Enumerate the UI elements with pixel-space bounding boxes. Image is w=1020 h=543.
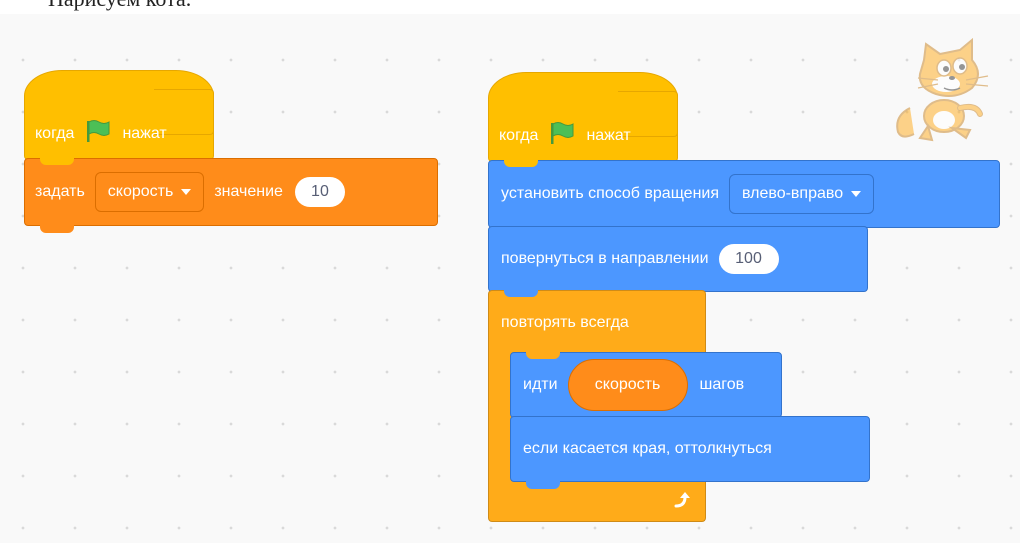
rotation-label: установить способ вращения bbox=[501, 185, 720, 202]
header-text: Нарисуем кота. bbox=[48, 0, 191, 12]
forever-side-arm bbox=[488, 353, 511, 483]
notch bbox=[40, 225, 74, 233]
hat-when-label: когда bbox=[499, 127, 539, 144]
forever-label: повторять всегда bbox=[501, 313, 629, 331]
move-steps-block[interactable]: идти скорость шагов bbox=[510, 352, 782, 425]
notch bbox=[504, 160, 538, 167]
script-1[interactable]: когда нажат задать скорость значение 10 bbox=[24, 70, 438, 233]
notch bbox=[526, 352, 560, 359]
forever-bottom-arm bbox=[488, 480, 706, 522]
forever-top-arm: повторять всегда bbox=[488, 290, 706, 354]
to-label: значение bbox=[214, 183, 283, 200]
bounce-on-edge-block[interactable]: если касается края, оттолкнуться bbox=[510, 416, 870, 489]
steps-label: шагов bbox=[699, 376, 745, 393]
hat-clicked-label: нажат bbox=[122, 125, 167, 142]
when-flag-clicked-block-2[interactable]: когда нажат bbox=[488, 72, 678, 162]
green-flag-icon bbox=[87, 120, 110, 142]
speed-variable-reporter[interactable]: скорость bbox=[567, 359, 688, 411]
when-flag-clicked-block-1[interactable]: когда нажат bbox=[24, 70, 214, 160]
chevron-down-icon bbox=[181, 189, 192, 195]
point-label: повернуться в направлении bbox=[501, 250, 709, 267]
rotation-style-dropdown[interactable]: влево-вправо bbox=[729, 174, 875, 214]
set-rotation-style-block[interactable]: установить способ вращения влево-вправо bbox=[488, 160, 1000, 235]
set-label: задать bbox=[35, 183, 85, 200]
hat-when-label: когда bbox=[35, 125, 75, 142]
rotation-style-value: влево-вправо bbox=[742, 185, 844, 202]
notch bbox=[526, 481, 560, 489]
loop-arrow-icon bbox=[674, 492, 690, 508]
bounce-label: если касается края, оттолкнуться bbox=[523, 440, 772, 457]
direction-input[interactable]: 100 bbox=[718, 244, 779, 274]
variable-dropdown[interactable]: скорость bbox=[94, 172, 205, 212]
forever-block[interactable]: повторять всегда идти скорость шагов есл… bbox=[488, 290, 870, 530]
variable-dropdown-value: скорость bbox=[107, 183, 174, 200]
set-variable-block[interactable]: задать скорость значение 10 bbox=[24, 158, 438, 233]
green-flag-icon bbox=[551, 122, 574, 144]
notch bbox=[40, 158, 74, 165]
chevron-down-icon bbox=[851, 191, 862, 197]
notch bbox=[504, 290, 538, 297]
scratch-cat-icon bbox=[896, 38, 989, 142]
value-input[interactable]: 10 bbox=[294, 177, 345, 207]
hat-clicked-label: нажат bbox=[586, 127, 631, 144]
move-label: идти bbox=[523, 376, 558, 393]
top-text-strip: Нарисуем кота. bbox=[0, 0, 1020, 14]
code-workspace[interactable]: когда нажат задать скорость значение 10 … bbox=[0, 14, 1020, 543]
point-in-direction-block[interactable]: повернуться в направлении 100 bbox=[488, 226, 868, 299]
